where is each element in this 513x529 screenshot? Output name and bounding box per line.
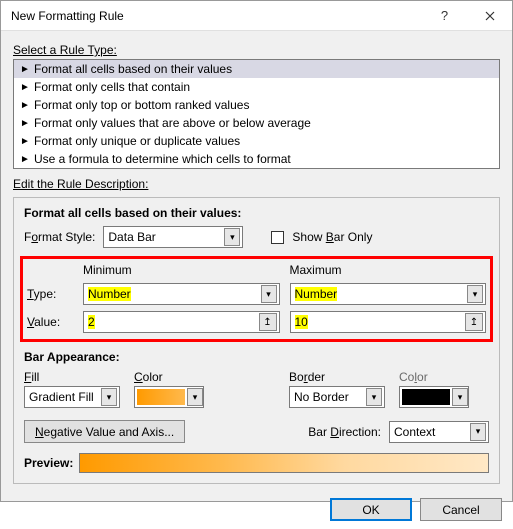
format-style-label: Format Style: — [24, 230, 95, 244]
chevron-down-icon: ▾ — [452, 388, 468, 406]
format-style-value: Data Bar — [108, 230, 155, 244]
bar-direction-combo[interactable]: Context ▾ — [389, 421, 489, 443]
rule-type-text: Use a formula to determine which cells t… — [34, 152, 291, 166]
rule-type-text: Format only values that are above or bel… — [34, 116, 311, 130]
arrow-icon: ► — [20, 82, 30, 93]
rule-type-text: Format only unique or duplicate values — [34, 134, 240, 148]
preview-row: Preview: — [24, 453, 489, 473]
value-max-text: 10 — [295, 315, 308, 329]
close-button[interactable] — [467, 1, 512, 31]
rule-type-text: Format all cells based on their values — [34, 62, 232, 76]
arrow-icon: ► — [20, 100, 30, 111]
show-bar-only-checkbox[interactable] — [271, 231, 284, 244]
arrow-icon: ► — [20, 154, 30, 165]
minimum-header: Minimum — [83, 263, 280, 277]
border-combo[interactable]: No Border ▾ — [289, 386, 385, 408]
chevron-down-icon: ▾ — [101, 388, 117, 406]
type-min-combo[interactable]: Number ▾ — [83, 283, 280, 305]
chevron-down-icon: ▾ — [261, 285, 277, 303]
chevron-down-icon: ▾ — [467, 285, 483, 303]
color-swatch-orange — [137, 389, 185, 405]
fill-color-picker[interactable]: ▾ — [134, 386, 204, 408]
chevron-down-icon: ▾ — [470, 423, 486, 441]
bar-appearance-heading: Bar Appearance: — [24, 350, 489, 364]
rule-type-item[interactable]: ► Format only unique or duplicate values — [14, 132, 499, 150]
rule-type-item[interactable]: ► Format only top or bottom ranked values — [14, 96, 499, 114]
range-picker-icon[interactable]: ↥ — [465, 313, 483, 331]
value-label: Value: — [27, 315, 73, 329]
rule-type-text: Format only top or bottom ranked values — [34, 98, 249, 112]
format-style-row: Format Style: Data Bar ▾ Show Bar Only — [24, 226, 489, 248]
color-swatch-black — [402, 389, 450, 405]
dialog-content: Select a Rule Type: ► Format all cells ba… — [1, 31, 512, 490]
chevron-down-icon: ▾ — [187, 388, 203, 406]
bar-appearance-grid: Fill Color Border Color Gradient Fill ▾ … — [24, 370, 489, 408]
rule-type-item[interactable]: ► Use a formula to determine which cells … — [14, 150, 499, 168]
chevron-down-icon: ▾ — [366, 388, 382, 406]
border-color-picker[interactable]: ▾ — [399, 386, 469, 408]
arrow-icon: ► — [20, 64, 30, 75]
preview-bar — [79, 453, 489, 473]
fill-value: Gradient Fill — [29, 390, 94, 404]
cancel-button[interactable]: Cancel — [420, 498, 502, 521]
ok-button[interactable]: OK — [330, 498, 412, 521]
fill-label: Fill — [24, 370, 124, 384]
rule-type-item[interactable]: ► Format all cells based on their values — [14, 60, 499, 78]
border-color-label: Color — [399, 370, 489, 384]
show-bar-only-label: Show Bar Only — [292, 230, 372, 244]
arrow-icon: ► — [20, 118, 30, 129]
bar-direction-label: Bar Direction: — [308, 425, 381, 439]
window-title: New Formatting Rule — [11, 9, 422, 23]
edit-description-label: Edit the Rule Description: — [13, 177, 500, 191]
dialog-window: New Formatting Rule ? Select a Rule Type… — [0, 0, 513, 502]
border-label: Border — [289, 370, 389, 384]
bar-direction-value: Context — [394, 425, 435, 439]
rule-type-item[interactable]: ► Format only values that are above or be… — [14, 114, 499, 132]
rule-description-group: Format all cells based on their values: … — [13, 197, 500, 484]
desc-heading: Format all cells based on their values: — [24, 206, 489, 220]
help-button[interactable]: ? — [422, 1, 467, 31]
type-label: Type: — [27, 287, 73, 301]
highlighted-region: Minimum Maximum Type: Number ▾ Number ▾ … — [20, 256, 493, 342]
format-style-combo[interactable]: Data Bar ▾ — [103, 226, 243, 248]
close-icon — [485, 11, 495, 21]
arrow-icon: ► — [20, 136, 30, 147]
preview-label: Preview: — [24, 456, 73, 470]
fill-combo[interactable]: Gradient Fill ▾ — [24, 386, 120, 408]
chevron-down-icon: ▾ — [224, 228, 240, 246]
value-min-input[interactable]: 2 ↥ — [83, 311, 280, 333]
type-max-combo[interactable]: Number ▾ — [290, 283, 487, 305]
type-max-value: Number — [295, 287, 338, 301]
value-min-text: 2 — [88, 315, 95, 329]
rule-type-text: Format only cells that contain — [34, 80, 190, 94]
value-max-input[interactable]: 10 ↥ — [290, 311, 487, 333]
rule-type-list[interactable]: ►Format all cells based on their values … — [13, 59, 500, 169]
border-value: No Border — [294, 390, 349, 404]
dialog-footer: OK Cancel — [1, 490, 512, 529]
maximum-header: Maximum — [290, 263, 487, 277]
range-picker-icon[interactable]: ↥ — [259, 313, 277, 331]
color-label: Color — [134, 370, 224, 384]
type-min-value: Number — [88, 287, 131, 301]
negative-value-axis-button[interactable]: Negative Value and Axis... — [24, 420, 185, 443]
neg-direction-row: Negative Value and Axis... Bar Direction… — [24, 420, 489, 443]
select-rule-type-label: Select a Rule Type: — [13, 43, 500, 57]
rule-type-item[interactable]: ► Format only cells that contain — [14, 78, 499, 96]
titlebar: New Formatting Rule ? — [1, 1, 512, 31]
